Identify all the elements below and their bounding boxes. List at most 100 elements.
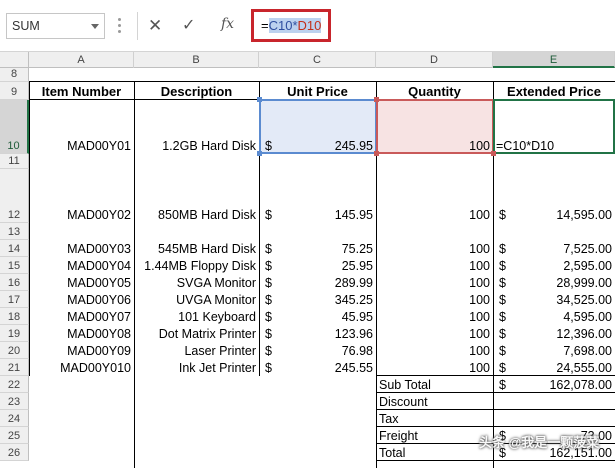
row-header-21[interactable]: 21	[0, 359, 29, 376]
row-header-18[interactable]: 18	[0, 308, 29, 325]
column-header-e[interactable]: E	[493, 52, 615, 68]
header-extended-price[interactable]: Extended Price	[493, 82, 615, 100]
currency-symbol: $	[265, 276, 272, 290]
cell-description[interactable]: Laser Printer	[134, 342, 259, 359]
tax-label[interactable]: Tax	[376, 410, 493, 427]
row-header-20[interactable]: 20	[0, 342, 29, 359]
select-all-corner[interactable]	[0, 52, 29, 68]
row-header-25[interactable]: 25	[0, 427, 29, 444]
cell-quantity[interactable]: 100	[376, 308, 493, 325]
row-header-26[interactable]: 26	[0, 444, 29, 461]
cell-quantity[interactable]: 100	[376, 257, 493, 274]
cell-description[interactable]: UVGA Monitor	[134, 291, 259, 308]
cell-description[interactable]: 545MB Hard Disk	[134, 240, 259, 257]
column-header-a[interactable]: A	[29, 52, 134, 68]
cell-unit-price[interactable]: $345.25	[259, 291, 376, 308]
cell-description[interactable]: 1.44MB Floppy Disk	[134, 257, 259, 274]
currency-symbol: $	[499, 378, 506, 392]
row-header-19[interactable]: 19	[0, 325, 29, 342]
cell-unit-price[interactable]: $75.25	[259, 240, 376, 257]
cell-extended-price-formula[interactable]: =C10*D10	[493, 100, 615, 154]
enter-check-icon[interactable]: ✓	[182, 17, 195, 34]
cell-description[interactable]: SVGA Monitor	[134, 274, 259, 291]
cell-quantity[interactable]: 100	[376, 342, 493, 359]
cell-unit-price[interactable]: $289.99	[259, 274, 376, 291]
cell-unit-price[interactable]: $245.55	[259, 359, 376, 376]
row-header-12[interactable]: 12	[0, 169, 29, 223]
row-header-13[interactable]: 13	[0, 223, 29, 240]
row-header-17[interactable]: 17	[0, 291, 29, 308]
cell-unit-price[interactable]: $45.95	[259, 308, 376, 325]
freight-label[interactable]: Freight	[376, 427, 493, 444]
cell-unit-price[interactable]: $145.95	[259, 169, 376, 223]
row-header-10[interactable]: 10	[0, 100, 29, 154]
cell-quantity[interactable]: 100	[376, 169, 493, 223]
cell-item-number[interactable]: MAD00Y010	[29, 359, 134, 376]
resize-dots-icon[interactable]	[118, 15, 122, 37]
cell-unit-price[interactable]: $245.95	[259, 100, 376, 154]
cell-quantity[interactable]: 100	[376, 100, 493, 154]
cell-extended-price[interactable]: $28,999.00	[493, 274, 615, 291]
subtotal-value-cell[interactable]: $162,078.00	[493, 376, 615, 393]
cell-unit-price[interactable]: $123.96	[259, 325, 376, 342]
cell-item-number[interactable]: MAD00Y09	[29, 342, 134, 359]
subtotal-label[interactable]: Sub Total	[376, 376, 493, 393]
chevron-down-icon[interactable]	[91, 24, 99, 29]
row-header-16[interactable]: 16	[0, 274, 29, 291]
cell-quantity[interactable]: 100	[376, 291, 493, 308]
cell-extended-price[interactable]: $7,525.00	[493, 240, 615, 257]
cell-description[interactable]: 1.2GB Hard Disk	[134, 100, 259, 154]
cell-item-number[interactable]: MAD00Y06	[29, 291, 134, 308]
cell-extended-price[interactable]: $4,595.00	[493, 308, 615, 325]
cell-item-number[interactable]: MAD00Y01	[29, 100, 134, 154]
total-label[interactable]: Total	[376, 444, 493, 461]
cell-item-number[interactable]: MAD00Y03	[29, 240, 134, 257]
cell-extended-price[interactable]: $24,555.00	[493, 359, 615, 376]
currency-symbol: $	[265, 139, 272, 153]
extended-price-value: 2,595.00	[563, 259, 612, 273]
cell-description[interactable]: 850MB Hard Disk	[134, 169, 259, 223]
header-item-number[interactable]: Item Number	[29, 82, 134, 100]
worksheet[interactable]: A B C D E 8 9 10 11 12 13 14 15 16 17 18…	[0, 52, 615, 468]
row-header-22[interactable]: 22	[0, 376, 29, 393]
cell-unit-price[interactable]: $25.95	[259, 257, 376, 274]
column-header-b[interactable]: B	[134, 52, 259, 68]
name-box[interactable]: SUM	[6, 13, 105, 39]
cell-quantity[interactable]: 100	[376, 325, 493, 342]
cell-extended-price[interactable]: $14,595.00	[493, 169, 615, 223]
cell-description[interactable]: Ink Jet Printer	[134, 359, 259, 376]
header-quantity[interactable]: Quantity	[376, 82, 493, 100]
unit-price-value: 289.99	[334, 276, 373, 290]
row-header-11[interactable]: 11	[0, 154, 29, 169]
row-header-15[interactable]: 15	[0, 257, 29, 274]
row-header-23[interactable]: 23	[0, 393, 29, 410]
row-header-14[interactable]: 14	[0, 240, 29, 257]
insert-function-icon[interactable]: fx	[221, 16, 234, 32]
cell-extended-price[interactable]: $12,396.00	[493, 325, 615, 342]
row-header-24[interactable]: 24	[0, 410, 29, 427]
cell-item-number[interactable]: MAD00Y07	[29, 308, 134, 325]
column-header-d[interactable]: D	[376, 52, 493, 68]
header-unit-price[interactable]: Unit Price	[259, 82, 376, 100]
row-header-8[interactable]: 8	[0, 68, 29, 82]
header-description[interactable]: Description	[134, 82, 259, 100]
cell-extended-price[interactable]: $7,698.00	[493, 342, 615, 359]
currency-symbol: $	[265, 208, 272, 222]
cell-extended-price[interactable]: $34,525.00	[493, 291, 615, 308]
row-header-9[interactable]: 9	[0, 82, 29, 100]
cell-item-number[interactable]: MAD00Y02	[29, 169, 134, 223]
cancel-icon[interactable]: ✕	[148, 17, 162, 34]
column-header-c[interactable]: C	[259, 52, 376, 68]
discount-label[interactable]: Discount	[376, 393, 493, 410]
cell-description[interactable]: 101 Keyboard	[134, 308, 259, 325]
cell-unit-price[interactable]: $76.98	[259, 342, 376, 359]
formula-input[interactable]: =C10*D10	[251, 9, 331, 42]
cell-item-number[interactable]: MAD00Y08	[29, 325, 134, 342]
cell-quantity[interactable]: 100	[376, 240, 493, 257]
cell-item-number[interactable]: MAD00Y04	[29, 257, 134, 274]
cell-item-number[interactable]: MAD00Y05	[29, 274, 134, 291]
cell-extended-price[interactable]: $2,595.00	[493, 257, 615, 274]
cell-description[interactable]: Dot Matrix Printer	[134, 325, 259, 342]
cell-quantity[interactable]: 100	[376, 274, 493, 291]
cell-quantity[interactable]: 100	[376, 359, 493, 376]
